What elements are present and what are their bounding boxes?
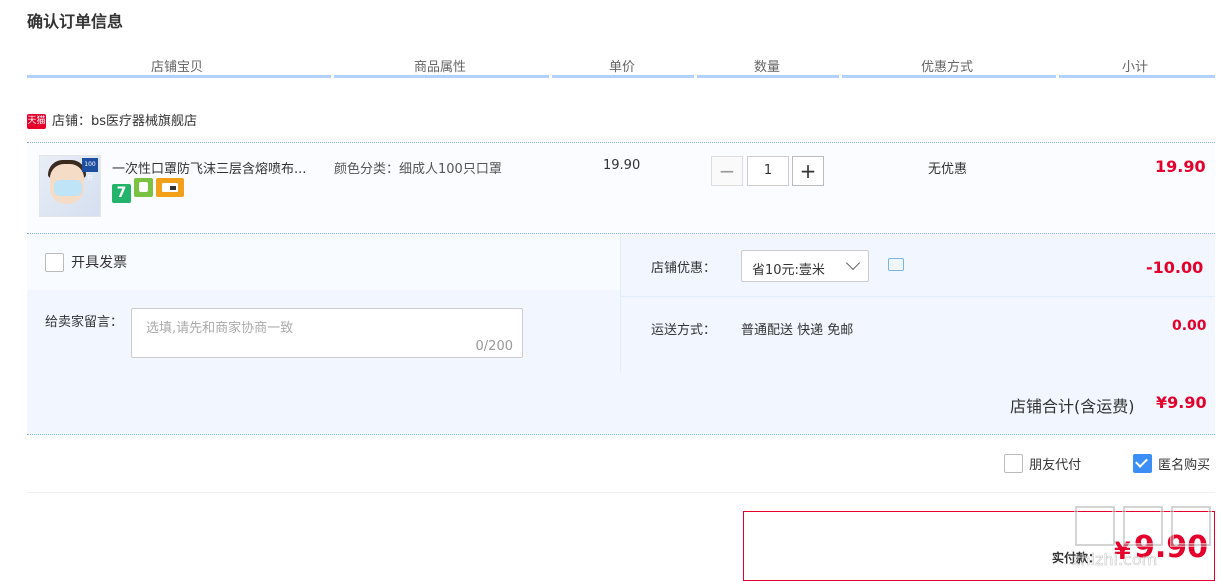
product-thumbnail[interactable]: 100只 — [39, 155, 101, 217]
column-subtotal: 小计 — [1122, 60, 1149, 75]
friend-pay-label: 朋友代付 — [1029, 458, 1082, 473]
shop-name[interactable]: bs医疗器械旗舰店 — [91, 114, 197, 129]
divider — [621, 296, 1215, 297]
anonymous-label: 匿名购买 — [1158, 458, 1211, 473]
order-item-row — [27, 143, 1215, 233]
message-label: 给卖家留言： — [45, 315, 124, 330]
column-unit-price: 单价 — [609, 60, 636, 75]
item-subtotal: 19.90 — [1155, 157, 1206, 176]
product-title[interactable]: 一次性口罩防飞沫三层含熔喷布... — [112, 158, 306, 177]
unit-price: 19.90 — [603, 158, 641, 173]
service-badges: 7 — [112, 178, 187, 203]
divider — [27, 492, 1215, 493]
message-counter: 0/200 — [475, 339, 513, 354]
seven-day-return-icon: 7 — [112, 184, 131, 203]
header-divider — [334, 75, 549, 78]
attribute-value: 细成人100只口罩 — [399, 162, 502, 177]
divider — [27, 434, 1215, 435]
shop-discount-amount: -10.00 — [1146, 258, 1204, 277]
item-discount: 无优惠 — [928, 162, 968, 177]
header-divider — [1059, 75, 1215, 78]
column-attributes: 商品属性 — [414, 60, 467, 75]
invoice-option[interactable]: 开具发票 — [45, 252, 127, 272]
header-divider — [842, 75, 1056, 78]
shop-discount-select[interactable]: 省10元:壹米 — [741, 250, 869, 282]
payment-currency: ¥ — [1114, 537, 1131, 565]
shop-discount-label: 店铺优惠： — [651, 261, 717, 276]
page-title: 确认订单信息 — [27, 12, 124, 31]
shop-row: 天猫 店铺：bs医疗器械旗舰店 — [27, 110, 197, 129]
shop-total-label: 店铺合计(含运费) — [1010, 397, 1135, 416]
shipping-method: 普通配送 快递 免邮 — [741, 323, 854, 338]
quantity-increase-button[interactable]: + — [792, 156, 824, 186]
column-shop-item: 店铺宝贝 — [151, 60, 204, 75]
quantity-input[interactable]: 1 — [747, 156, 789, 186]
product-attribute: 颜色分类：细成人100只口罩 — [334, 158, 502, 177]
payment-label: 实付款： — [1052, 551, 1101, 565]
friend-pay-option[interactable]: 朋友代付 — [1004, 454, 1081, 473]
thumb-tag: 100只 — [82, 158, 98, 182]
column-quantity: 数量 — [754, 60, 781, 75]
message-placeholder: 选填,请先和商家协商一致 — [146, 321, 294, 336]
chevron-down-icon — [845, 255, 861, 271]
column-discount: 优惠方式 — [921, 60, 974, 75]
header-divider — [552, 75, 694, 78]
divider — [620, 234, 621, 372]
header-divider — [27, 75, 331, 78]
anonymous-checkbox[interactable] — [1133, 454, 1152, 473]
attribute-label: 颜色分类： — [334, 162, 400, 177]
invoice-label: 开具发票 — [71, 255, 128, 271]
shipping-amount: 0.00 — [1172, 318, 1207, 334]
shop-discount-selected: 省10元:壹米 — [752, 263, 825, 278]
anonymous-option[interactable]: 匿名购买 — [1133, 454, 1210, 473]
shipping-insurance-icon — [134, 178, 153, 197]
thumb-mask — [54, 180, 82, 196]
credit-card-icon — [156, 178, 184, 197]
shipping-label: 运送方式： — [651, 323, 717, 338]
chat-icon[interactable] — [888, 258, 904, 271]
seller-message-input[interactable]: 选填,请先和商家协商一致 0/200 — [131, 308, 523, 358]
friend-pay-checkbox[interactable] — [1004, 454, 1023, 473]
shop-total-amount: ¥9.90 — [1156, 393, 1207, 412]
shop-label: 店铺： — [52, 114, 92, 129]
tmall-icon: 天猫 — [27, 114, 46, 129]
payment-amount: 9.90 — [1134, 530, 1209, 565]
header-divider — [697, 75, 839, 78]
quantity-decrease-button[interactable]: − — [711, 156, 743, 186]
invoice-checkbox[interactable] — [45, 252, 64, 272]
